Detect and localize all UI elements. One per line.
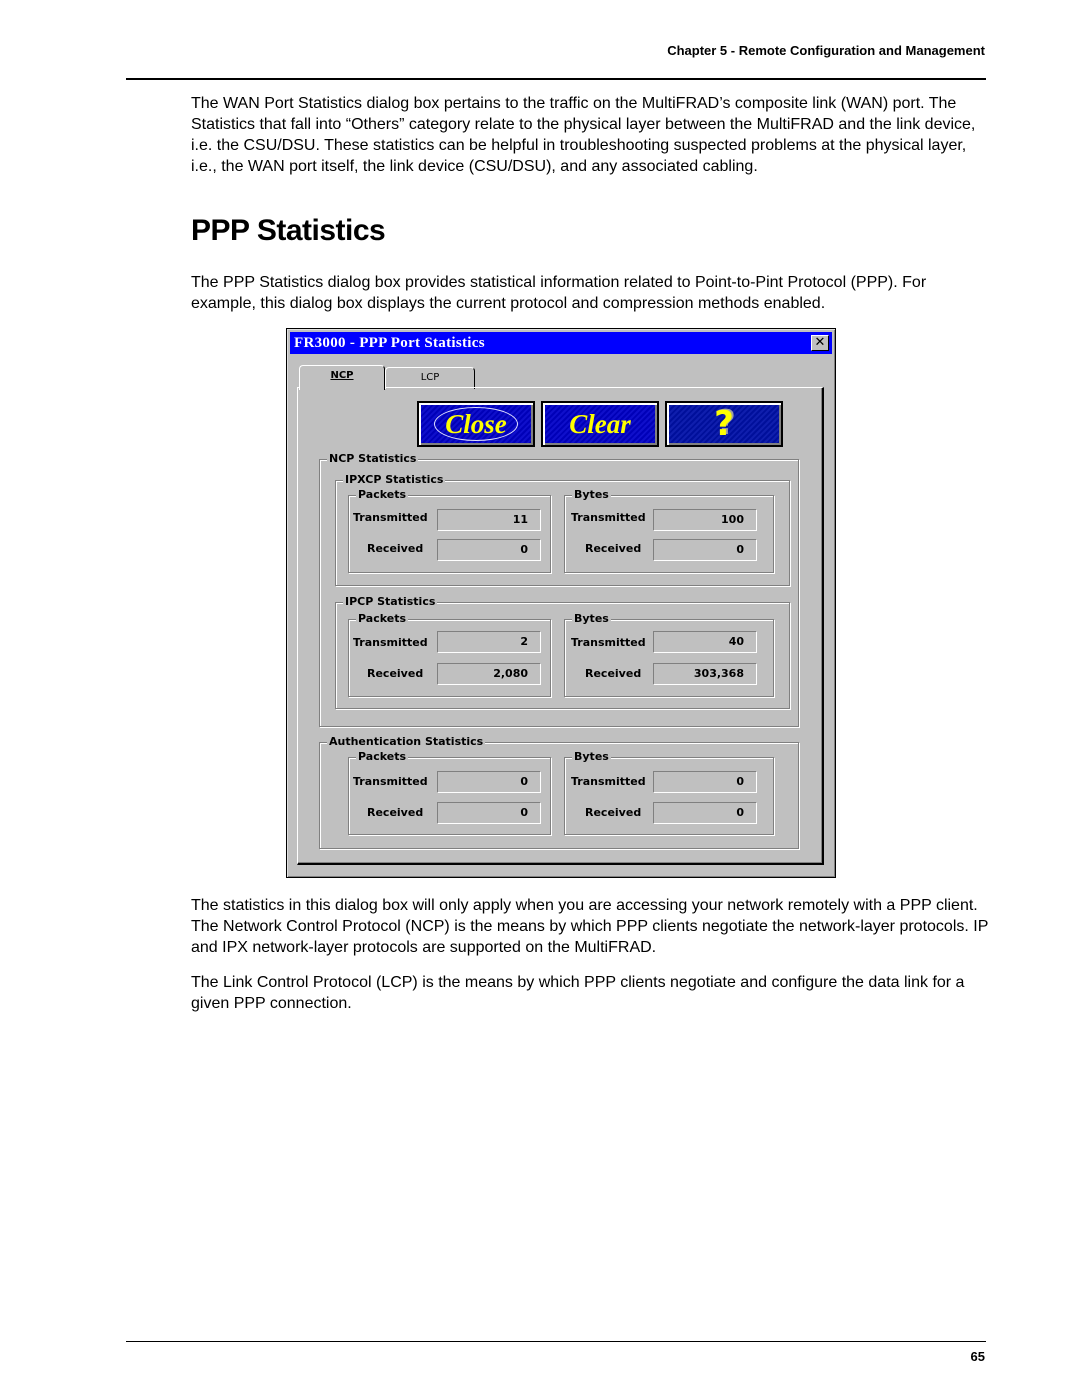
paragraph-wan-stats: The WAN Port Statistics dialog box perta…	[191, 95, 976, 175]
footer-rule	[126, 1341, 986, 1342]
ipxcp-statistics-label: IPXCP Statistics	[343, 473, 446, 486]
ipcp-statistics-label: IPCP Statistics	[343, 595, 438, 608]
tab-lcp[interactable]: LCP	[385, 367, 475, 389]
auth-packets-transmitted-label: Transmitted	[353, 775, 428, 788]
ipxcp-bytes-received-label: Received	[585, 542, 642, 555]
paragraph-lcp-explanation: The Link Control Protocol (LCP) is the m…	[191, 974, 965, 1012]
auth-packets-received-label: Received	[367, 806, 424, 819]
ipxcp-packets-transmitted-field: 11	[437, 509, 541, 531]
title-bar[interactable]: FR3000 - PPP Port Statistics ✕	[290, 332, 832, 354]
ipcp-packets-received-label: Received	[367, 667, 424, 680]
ipxcp-packets-transmitted-label: Transmitted	[353, 511, 428, 524]
ipcp-packets-transmitted-label: Transmitted	[353, 636, 428, 649]
auth-bytes-label: Bytes	[572, 750, 611, 763]
ipxcp-packets-group: Packets	[348, 488, 551, 573]
ipxcp-packets-received-field: 0	[437, 539, 541, 561]
header-rule	[126, 78, 986, 80]
ipcp-bytes-transmitted-label: Transmitted	[571, 636, 646, 649]
auth-bytes-transmitted-field: 0	[653, 771, 757, 793]
running-header: Chapter 5 - Remote Configuration and Man…	[667, 43, 985, 58]
ipcp-packets-label: Packets	[356, 612, 408, 625]
ipcp-packets-transmitted-field: 2	[437, 631, 541, 653]
auth-packets-received-field: 0	[437, 802, 541, 824]
ipcp-bytes-received-label: Received	[585, 667, 642, 680]
paragraph-ncp-explanation: The statistics in this dialog box will o…	[191, 897, 989, 956]
help-button[interactable]: ?	[665, 401, 783, 447]
help-icon: ?	[714, 404, 734, 444]
auth-bytes-transmitted-label: Transmitted	[571, 775, 646, 788]
ipxcp-bytes-label: Bytes	[572, 488, 611, 501]
ncp-statistics-label: NCP Statistics	[327, 452, 419, 465]
ipcp-bytes-transmitted-field: 40	[653, 631, 757, 653]
tab-lcp-label: LCP	[420, 372, 440, 383]
page-number: 65	[970, 1349, 985, 1364]
auth-packets-transmitted-field: 0	[437, 771, 541, 793]
ipxcp-bytes-group: Bytes	[564, 488, 774, 573]
authentication-statistics-label: Authentication Statistics	[327, 735, 486, 748]
clear-button-label: Clear	[569, 409, 631, 439]
dialog-title: FR3000 - PPP Port Statistics	[294, 335, 485, 351]
ipxcp-bytes-transmitted-field: 100	[653, 509, 757, 531]
tab-ncp[interactable]: NCP	[299, 365, 385, 390]
ipcp-bytes-received-field: 303,368	[653, 663, 757, 685]
ipxcp-bytes-received-field: 0	[653, 539, 757, 561]
close-button[interactable]: Close	[417, 401, 535, 447]
ppp-port-statistics-dialog: FR3000 - PPP Port Statistics ✕ NCP LCP C…	[286, 328, 836, 878]
auth-bytes-received-label: Received	[585, 806, 642, 819]
ipcp-packets-received-field: 2,080	[437, 663, 541, 685]
ipxcp-packets-received-label: Received	[367, 542, 424, 555]
close-button-label: Close	[434, 407, 518, 441]
paragraph-ppp-intro: The PPP Statistics dialog box provides s…	[191, 274, 927, 312]
clear-button[interactable]: Clear	[541, 401, 659, 447]
auth-packets-label: Packets	[356, 750, 408, 763]
auth-bytes-received-field: 0	[653, 802, 757, 824]
ipxcp-packets-label: Packets	[356, 488, 408, 501]
ipcp-bytes-label: Bytes	[572, 612, 611, 625]
ipxcp-bytes-transmitted-label: Transmitted	[571, 511, 646, 524]
tab-ncp-label: NCP	[330, 370, 354, 381]
section-title: PPP Statistics	[191, 214, 386, 247]
close-window-button[interactable]: ✕	[811, 335, 829, 351]
